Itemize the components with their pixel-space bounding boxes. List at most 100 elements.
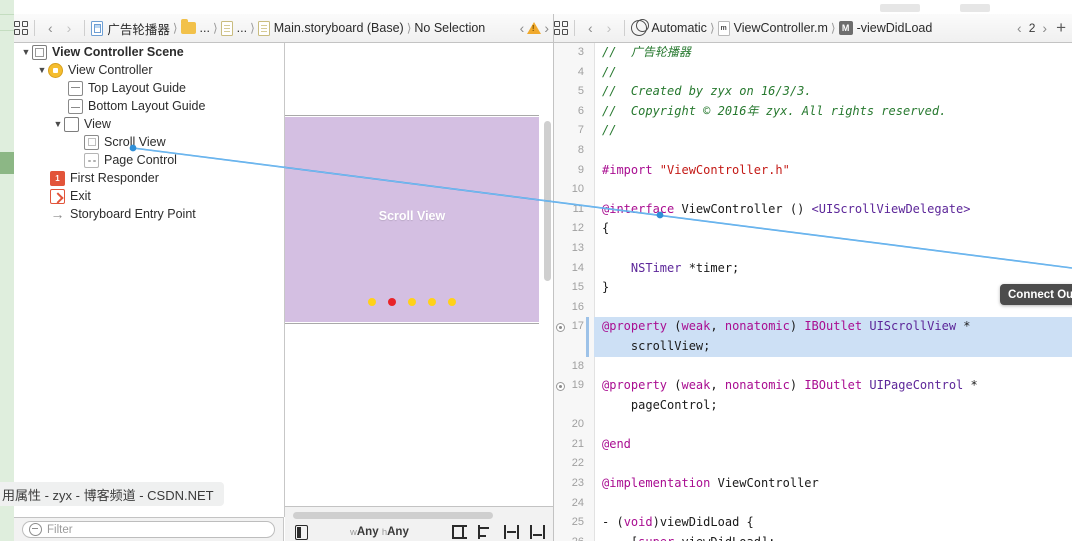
breadcrumb-group[interactable]: ... xyxy=(220,20,247,36)
page-control-object[interactable] xyxy=(285,298,539,306)
outline-row-view-controller[interactable]: ▼ View Controller xyxy=(14,61,284,79)
size-class-label[interactable]: wAny hAny xyxy=(350,526,409,538)
code-text: @property (weak, nonatomic) IBOutlet UIP… xyxy=(602,378,978,393)
nav-forward-button[interactable]: › xyxy=(60,18,79,38)
code-line[interactable]: 26 [super viewDidLoad]; xyxy=(572,533,1072,541)
code-line[interactable]: 9 #import "ViewController.h" xyxy=(578,161,1072,181)
code-text: [super viewDidLoad]; xyxy=(594,535,776,541)
assistant-code-editor[interactable]: 3 // 广告轮播器 4 // 5 // Created by zyx on 16/3/3… xyxy=(553,43,1072,541)
outline-row-view-controller-scene[interactable]: ▼ View Controller Scene xyxy=(14,43,284,61)
outlet-connection-marker-icon[interactable] xyxy=(556,381,565,391)
tooltip-text: Connect Out xyxy=(1008,288,1072,301)
outline-row-view[interactable]: ▼ View xyxy=(14,115,284,133)
issue-next-button[interactable]: › xyxy=(544,20,549,36)
code-line[interactable]: pageControl; xyxy=(594,396,1072,416)
page-dot[interactable] xyxy=(408,298,416,306)
code-line[interactable]: 7 // xyxy=(578,121,1072,141)
storyboard-canvas[interactable]: Scroll View xyxy=(285,43,554,506)
page-dot[interactable] xyxy=(448,298,456,306)
code-line[interactable]: 10 xyxy=(572,180,1072,200)
code-line[interactable]: 17 @property (weak, nonatomic) IBOutlet U… xyxy=(556,317,1072,337)
code-line[interactable]: 18 xyxy=(572,357,1072,377)
disclosure-triangle-icon[interactable]: ▼ xyxy=(52,119,64,129)
line-number: 18 xyxy=(571,359,584,372)
outline-label: View Controller xyxy=(68,63,153,77)
line-number: 6 xyxy=(577,104,584,117)
align-icon[interactable] xyxy=(478,525,493,539)
code-line[interactable]: 25 - (void)viewDidLoad { xyxy=(572,513,1072,533)
warning-triangle-icon[interactable] xyxy=(527,22,542,34)
page-dot[interactable] xyxy=(368,298,376,306)
line-number: 13 xyxy=(571,241,584,254)
code-line[interactable]: 5 // Created by zyx on 16/3/3. xyxy=(578,82,1072,102)
canvas-vertical-scrollbar[interactable] xyxy=(544,121,551,281)
view-icon xyxy=(64,116,79,132)
outline-row-scroll-view[interactable]: Scroll View xyxy=(14,133,284,151)
code-line[interactable]: 23 @implementation ViewController xyxy=(572,474,1072,494)
code-line[interactable]: 21 @end xyxy=(572,435,1072,455)
outline-row-exit[interactable]: Exit xyxy=(14,187,284,205)
code-line[interactable]: 11 @interface ViewController () <UIScroll… xyxy=(573,200,1072,220)
code-line[interactable]: 6 // Copyright © 2016年 zyx. All rights re… xyxy=(578,102,1072,122)
device-icon[interactable] xyxy=(295,524,308,540)
disclosure-triangle-icon[interactable]: ▼ xyxy=(36,65,48,75)
assistant-prev-button[interactable]: ‹ xyxy=(1017,20,1022,36)
code-line[interactable]: scrollView; xyxy=(586,336,1072,357)
breadcrumb-objc-file[interactable]: m ViewController.m xyxy=(717,20,828,36)
outline-row-page-control[interactable]: Page Control xyxy=(14,151,284,169)
line-number: 7 xyxy=(577,124,584,137)
breadcrumb-method[interactable]: M -viewDidLoad xyxy=(838,21,932,35)
breadcrumb-folder[interactable]: ... xyxy=(180,19,210,35)
line-number: 16 xyxy=(571,300,584,313)
outlet-connection-marker-icon[interactable] xyxy=(556,322,565,332)
pin-icon[interactable] xyxy=(504,525,519,539)
code-line[interactable]: 24 xyxy=(572,494,1072,514)
code-line[interactable]: 3 // 广告轮播器 xyxy=(578,43,1072,63)
code-line[interactable]: 13 xyxy=(572,239,1072,259)
line-number: 22 xyxy=(571,457,584,470)
related-items-icon-right[interactable] xyxy=(554,21,568,35)
outline-row-top-layout-guide[interactable]: Top Layout Guide xyxy=(14,79,284,97)
breadcrumb-storyboard-file[interactable]: Main.storyboard (Base) xyxy=(257,20,404,36)
document-icon xyxy=(220,20,233,36)
breadcrumb-selection[interactable]: No Selection xyxy=(414,21,485,35)
outline-label: View Controller Scene xyxy=(52,45,184,59)
add-assistant-editor-button[interactable]: + xyxy=(1050,18,1072,38)
embed-in-icon[interactable] xyxy=(452,525,467,539)
editor-forward-button[interactable]: › xyxy=(600,18,619,38)
code-line[interactable]: 8 xyxy=(578,141,1072,161)
related-items-icon[interactable] xyxy=(14,21,28,35)
outline-row-first-responder[interactable]: 1 First Responder xyxy=(14,169,284,187)
assistant-next-button[interactable]: › xyxy=(1042,20,1047,36)
device-bottom-area xyxy=(285,323,539,506)
code-line[interactable]: 12 { xyxy=(572,219,1072,239)
code-text: pageControl; xyxy=(602,397,718,412)
line-number: 26 xyxy=(554,533,584,541)
nav-back-button[interactable]: ‹ xyxy=(41,18,60,38)
breadcrumb-automatic[interactable]: Automatic xyxy=(631,19,707,36)
outline-label: Bottom Layout Guide xyxy=(88,99,206,113)
code-line[interactable]: 19 @property (weak, nonatomic) IBOutlet U… xyxy=(556,376,1072,396)
page-dot-current[interactable] xyxy=(388,298,396,306)
resolve-auto-layout-icon[interactable] xyxy=(530,525,545,539)
code-line[interactable]: 22 xyxy=(572,454,1072,474)
outline-row-storyboard-entry-point[interactable]: → Storyboard Entry Point xyxy=(14,205,284,223)
page-dot[interactable] xyxy=(428,298,436,306)
issue-prev-button[interactable]: ‹ xyxy=(520,20,525,36)
line-number: 11 xyxy=(572,202,584,215)
canvas-horizontal-scrollbar[interactable] xyxy=(293,512,493,519)
code-line[interactable]: 14 NSTimer *timer; xyxy=(572,259,1072,279)
filter-input[interactable]: Filter xyxy=(22,521,275,538)
scroll-view-object[interactable]: Scroll View xyxy=(285,117,539,322)
disclosure-triangle-icon[interactable]: ▼ xyxy=(20,47,32,57)
line-number: 25 xyxy=(571,516,584,529)
editor-back-button[interactable]: ‹ xyxy=(581,18,600,38)
outline-row-bottom-layout-guide[interactable]: Bottom Layout Guide xyxy=(14,97,284,115)
code-line[interactable]: 4 // xyxy=(578,63,1072,83)
edge-scroll-thumb[interactable] xyxy=(0,152,14,174)
breadcrumb-project[interactable]: 广告轮播器 xyxy=(91,19,170,38)
filter-placeholder: Filter xyxy=(47,523,73,536)
outline-label: Storyboard Entry Point xyxy=(70,207,196,221)
editor-jump-bar: ‹ › Automatic ⟩ m ViewController.m ⟩ M -… xyxy=(553,14,1072,43)
code-line[interactable]: 20 xyxy=(572,415,1072,435)
